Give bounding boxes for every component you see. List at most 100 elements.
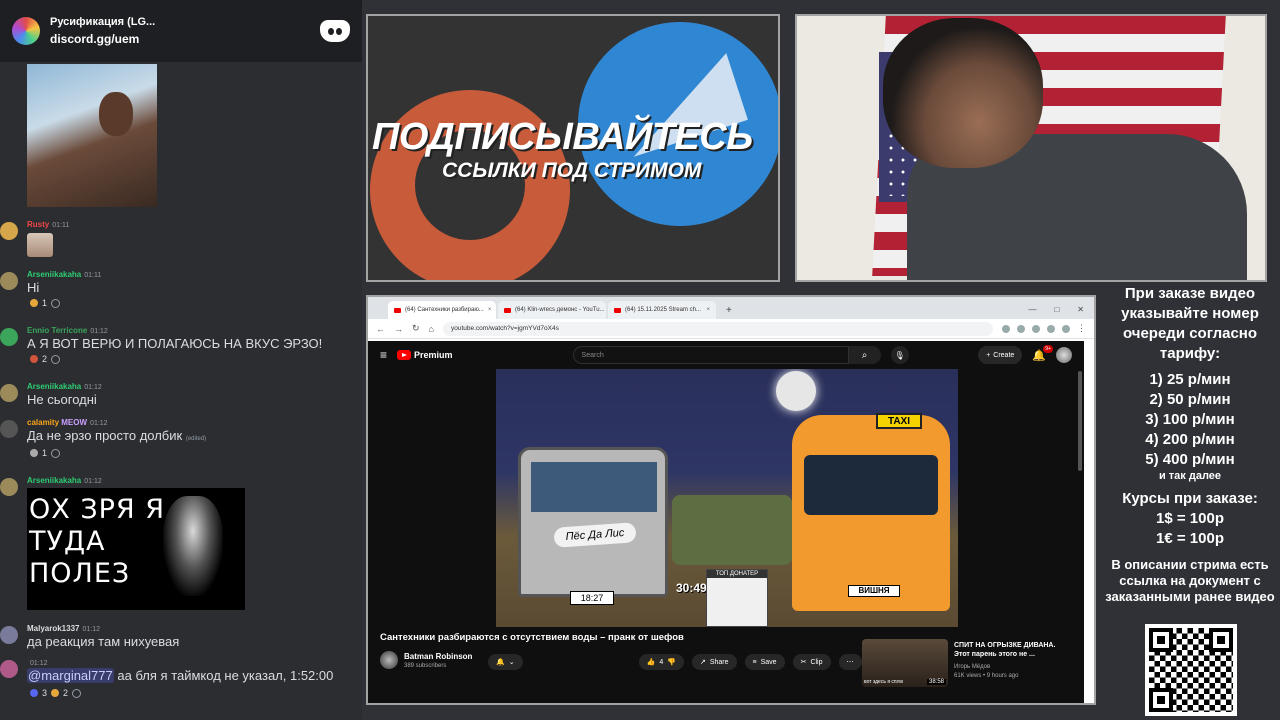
minimize-icon[interactable]: —	[1028, 305, 1036, 314]
avatar	[0, 384, 18, 402]
home-icon[interactable]: ⌂	[429, 324, 434, 334]
close-tab-icon[interactable]: ×	[706, 307, 710, 313]
message-text: Hi	[27, 280, 40, 295]
grey-van	[518, 447, 668, 597]
subscribed-bell-button[interactable]: 🔔 ⌄	[488, 654, 523, 670]
avatar	[0, 420, 18, 438]
promo-subtitle: ССЫЛКИ ПОД СТРИМОМ	[442, 159, 702, 182]
create-button[interactable]: + Create	[978, 346, 1023, 364]
reaction[interactable]: 1	[30, 446, 61, 460]
tab-strip: (64) Сантехники разбираю... × (64) Klin-w…	[368, 297, 1094, 319]
scissors-icon: ✂	[800, 659, 807, 666]
subscribe-promo-panel: ПОДПИСЫВАЙТЕСЬ ССЫЛКИ ПОД СТРИМОМ	[366, 14, 780, 282]
promo-title: ПОДПИСЫВАЙТЕСЬ	[372, 116, 753, 158]
recommended-title[interactable]: СПИТ НА ОГРЫЗКЕ ДИВАНА. Этот парень этог…	[954, 641, 1072, 659]
hamburger-menu-icon[interactable]: ≡	[380, 348, 387, 362]
discord-chat-overlay: Русификация (LG... discord.gg/uem Rusty 0…	[0, 0, 362, 720]
profile-icon[interactable]	[1062, 324, 1070, 333]
video-title: Сантехники разбираются с отсутствием вод…	[380, 632, 684, 643]
reload-icon[interactable]: ↻	[412, 323, 420, 334]
subscriber-count: 389 subscribers	[404, 662, 447, 669]
page-scrollbar[interactable]	[1078, 371, 1082, 471]
add-reaction-icon[interactable]	[51, 448, 61, 458]
user-mention[interactable]: @marginal777	[27, 668, 114, 683]
channel-name[interactable]: Batman Robinson	[404, 652, 472, 661]
webcam-panel	[795, 14, 1267, 282]
thumbs-down-icon[interactable]: 👎	[667, 658, 676, 666]
url-input[interactable]: youtube.com/watch?v=jgmYVd7oX4s	[442, 321, 993, 336]
message-author: Ennio Terricone 01:12	[27, 326, 108, 335]
meme-image-attachment[interactable]: ОХ ЗРЯ Я ТУДА ПОЛЕЗ	[27, 488, 245, 610]
reaction[interactable]: 1	[30, 296, 61, 310]
youtube-topbar: ≡ Premium Search ⌕ 🎙 + Create 🔔 9+	[368, 341, 1084, 369]
notifications-bell-icon[interactable]: 🔔 9+	[1032, 344, 1053, 362]
like-button[interactable]: 👍 4 👎	[638, 654, 684, 670]
extension-icon[interactable]	[1017, 324, 1025, 333]
emoji-icon	[51, 689, 60, 697]
stream-layout: Русификация (LG... discord.gg/uem Rusty 0…	[0, 0, 1280, 720]
browser-tab[interactable]: (64) Сантехники разбираю... ×	[388, 301, 496, 319]
account-avatar[interactable]	[1056, 347, 1072, 363]
moon	[776, 371, 816, 411]
clip-button[interactable]: ✂ Clip	[792, 654, 831, 670]
extension-icon[interactable]	[1032, 324, 1040, 333]
youtube-favicon-icon	[504, 307, 511, 313]
emoji-image	[27, 233, 53, 257]
reaction[interactable]: 2	[30, 352, 61, 366]
more-actions-button[interactable]: ⋯	[838, 654, 862, 670]
save-button[interactable]: ≡ Save	[744, 654, 785, 670]
tariff-item: 2) 50 р/мин	[1149, 391, 1231, 408]
order-info: При заказе видео указывайте номер очеред…	[1100, 284, 1280, 605]
new-tab-button[interactable]: +	[718, 305, 740, 319]
message-text: да реакция там нихуевая	[27, 634, 180, 649]
recommended-thumbnail[interactable]: вот здесь я сплю 38:58	[862, 639, 948, 687]
chevron-down-icon: ⌄	[508, 659, 515, 666]
search-input[interactable]: Search	[572, 346, 849, 364]
emoji-icon	[30, 355, 38, 363]
browser-window: (64) Сантехники разбираю... × (64) Klin-w…	[366, 295, 1096, 705]
voice-search-icon[interactable]: 🎙	[890, 346, 909, 364]
tariff-item: 4) 200 р/мин	[1145, 431, 1235, 448]
browser-tab[interactable]: (64) Klin-wrecs демонс - YouTu...×	[498, 301, 606, 319]
license-plate: ВИШНЯ	[848, 585, 900, 597]
emoji-icon	[30, 449, 38, 457]
search-icon: ⌕	[861, 349, 868, 361]
forward-icon[interactable]: →	[394, 324, 403, 334]
maximize-icon[interactable]: □	[1054, 305, 1059, 314]
reaction[interactable]: 32	[30, 686, 82, 700]
close-window-icon[interactable]: ✕	[1077, 305, 1084, 314]
search-button[interactable]: ⌕	[848, 346, 881, 364]
youtube-favicon-icon	[614, 307, 621, 313]
avatar	[0, 478, 18, 496]
video-timer: 30:49	[676, 581, 707, 595]
rate-usd: 1$ = 100р	[1156, 510, 1224, 527]
video-player[interactable]: TAXI Пёс Да Лис 18:27 ВИШНЯ 30:49 ТОП ДО…	[496, 369, 958, 627]
qr-code	[1145, 624, 1237, 716]
rates-title: Курсы при заказе:	[1122, 490, 1258, 507]
youtube-logo[interactable]: Premium	[397, 350, 453, 360]
server-icon	[12, 17, 40, 45]
meme-caption: ОХ ЗРЯ Я ТУДА ПОЛЕЗ	[29, 494, 166, 589]
add-reaction-icon[interactable]	[51, 354, 61, 364]
menu-icon[interactable]: ⋮	[1077, 323, 1086, 334]
extension-icon[interactable]	[1047, 324, 1055, 333]
chat-image-attachment[interactable]	[27, 64, 157, 207]
share-button[interactable]: ↗ Share	[691, 654, 737, 670]
extension-icon[interactable]	[1002, 324, 1010, 333]
avatar	[0, 328, 18, 346]
invite-link[interactable]: discord.gg/uem	[50, 32, 310, 46]
channel-avatar[interactable]	[380, 651, 398, 669]
message-author: Malyarok1337 01:12	[27, 624, 101, 633]
browser-tab[interactable]: (64) 15.11.2025 Stream ch... ×	[608, 301, 716, 319]
close-tab-icon[interactable]: ×	[488, 307, 492, 313]
order-intro: При заказе видео указывайте номер очеред…	[1121, 285, 1259, 362]
tariff-etc: и так далее	[1158, 470, 1222, 482]
hand-emoji-icon	[30, 299, 38, 307]
add-reaction-icon[interactable]	[51, 298, 61, 308]
recommended-video[interactable]: вот здесь я сплю 38:58 СПИТ НА ОГРЫЗКЕ Д…	[862, 639, 1084, 689]
add-reaction-icon[interactable]	[72, 688, 82, 698]
back-icon[interactable]: ←	[376, 324, 385, 334]
taxi-sign: TAXI	[876, 413, 922, 429]
chat-header: Русификация (LG... discord.gg/uem	[0, 0, 362, 62]
message-author: 01:12	[30, 660, 48, 667]
